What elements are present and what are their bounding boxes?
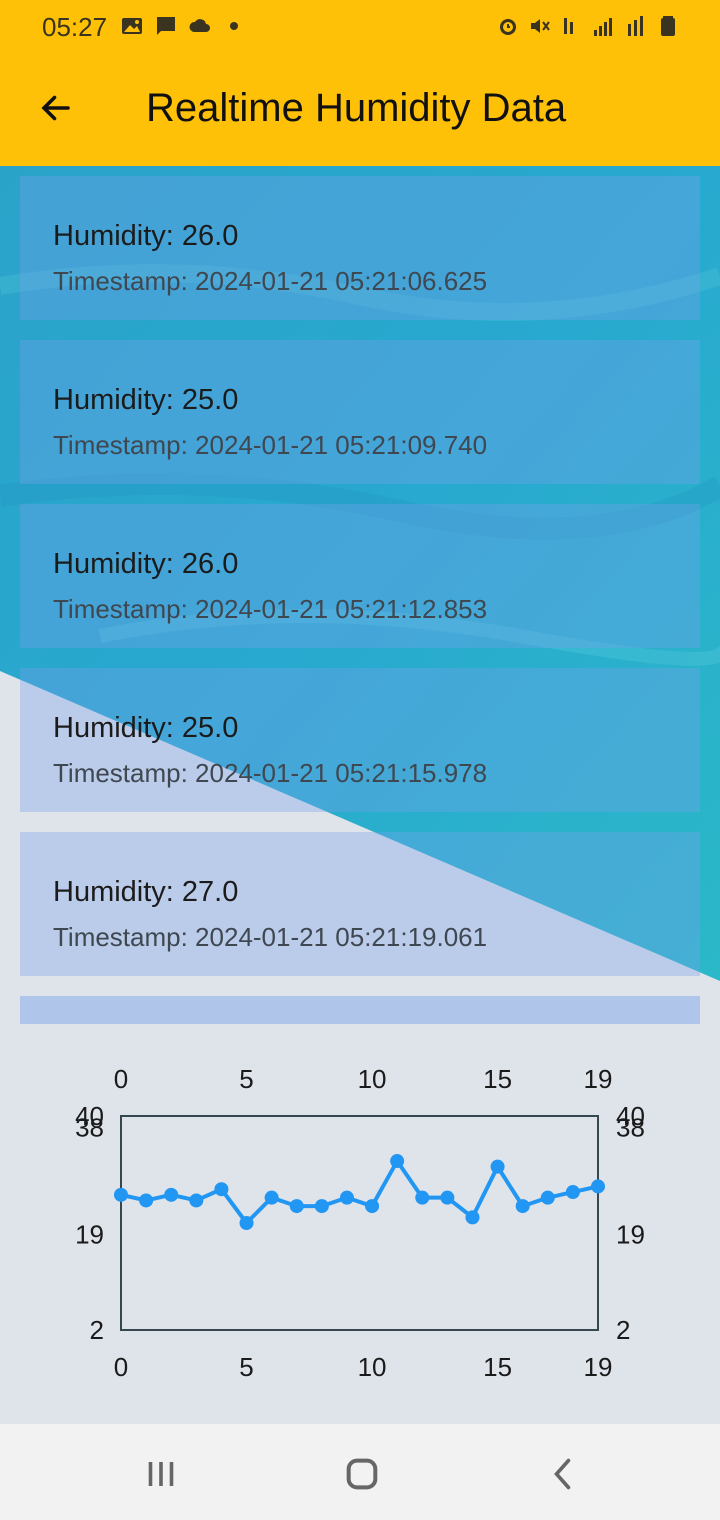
y-tick-label-right: 19	[616, 1219, 645, 1249]
x-tick-label-bottom: 15	[483, 1352, 512, 1382]
x-tick-label-bottom: 5	[239, 1352, 253, 1382]
gallery-icon	[122, 18, 142, 34]
cloud-icon	[189, 19, 210, 32]
humidity-value: Humidity: 25.0	[53, 712, 239, 744]
app-bar: 05:27 Realtime Humidity Data	[0, 0, 720, 166]
data-point	[490, 1159, 505, 1174]
timestamp-value: Timestamp: 2024-01-21 05:21:06.625	[53, 266, 488, 296]
humidity-value: Humidity: 26.0	[53, 220, 239, 252]
data-point	[365, 1199, 380, 1214]
humidity-card: Humidity: 26.0 Timestamp: 2024-01-21 05:…	[20, 504, 700, 648]
timestamp-value: Timestamp: 2024-01-21 05:21:19.061	[53, 922, 488, 952]
home-button[interactable]	[332, 1454, 392, 1494]
data-point	[540, 1190, 555, 1205]
humidity-value: Humidity: 26.0	[53, 548, 239, 580]
data-point	[390, 1154, 405, 1169]
message-icon	[157, 17, 175, 35]
humidity-card: Humidity: 25.0 Timestamp: 2024-01-21 05:…	[20, 340, 700, 484]
timestamp-value: Timestamp: 2024-01-21 05:21:09.740	[53, 430, 488, 460]
data-point	[264, 1190, 279, 1205]
partial-card	[20, 996, 700, 1024]
humidity-card: Humidity: 25.0 Timestamp: 2024-01-21 05:…	[20, 668, 700, 812]
back-nav-icon	[554, 1458, 571, 1490]
back-nav-button[interactable]	[534, 1454, 594, 1494]
data-point	[565, 1185, 580, 1200]
data-point	[314, 1199, 329, 1214]
data-point	[515, 1199, 530, 1214]
data-point	[289, 1199, 304, 1214]
humidity-chart: 0 0 5 5 10 10 15 15 19 19 2 2 19 19 38 38 40 40	[0, 1050, 720, 1410]
network-4g-icon	[564, 18, 573, 34]
signal-icon	[594, 18, 612, 36]
x-tick-label-bottom: 10	[358, 1352, 387, 1382]
battery-icon	[661, 16, 675, 36]
x-tick-label-top: 19	[584, 1064, 613, 1094]
status-notification-icons	[120, 14, 246, 38]
humidity-value: Humidity: 27.0	[53, 876, 239, 908]
data-point	[214, 1182, 229, 1197]
humidity-series-line	[120, 1159, 599, 1225]
data-point	[339, 1190, 354, 1205]
x-tick-label-top: 10	[358, 1064, 387, 1094]
page-title: Realtime Humidity Data	[146, 86, 567, 130]
mute-icon	[531, 19, 550, 33]
y-tick-label-right: 40	[616, 1101, 645, 1131]
y-tick-label-right: 2	[616, 1315, 630, 1345]
humidity-card: Humidity: 27.0 Timestamp: 2024-01-21 05:…	[20, 832, 700, 976]
y-tick-label-left: 40	[75, 1101, 104, 1131]
recent-apps-button[interactable]	[131, 1454, 191, 1494]
alarm-icon	[500, 19, 516, 35]
data-point	[239, 1216, 254, 1230]
x-tick-label-top: 0	[114, 1064, 128, 1094]
system-nav-bar	[0, 1424, 720, 1520]
status-time: 05:27	[42, 12, 108, 42]
timestamp-value: Timestamp: 2024-01-21 05:21:12.853	[53, 594, 488, 624]
timestamp-value: Timestamp: 2024-01-21 05:21:15.978	[53, 758, 488, 788]
data-point	[189, 1193, 204, 1208]
data-point	[114, 1187, 128, 1202]
x-tick-label-bottom: 19	[584, 1352, 613, 1382]
y-tick-label-left: 2	[90, 1315, 104, 1345]
x-tick-label-top: 5	[239, 1064, 253, 1094]
data-point	[465, 1210, 480, 1225]
data-point	[164, 1187, 179, 1202]
signal-roaming-icon	[628, 16, 643, 36]
humidity-line-chart: 00551010151519192 219 1938 3840 40	[75, 1064, 645, 1382]
y-tick-label-left: 19	[75, 1219, 104, 1249]
humidity-card: Humidity: 26.0 Timestamp: 2024-01-21 05:…	[20, 176, 700, 320]
data-point	[415, 1190, 430, 1205]
plot-border	[120, 1115, 599, 1331]
data-point	[591, 1179, 605, 1194]
home-icon	[346, 1458, 378, 1490]
humidity-value: Humidity: 25.0	[53, 384, 239, 416]
status-system-icons	[496, 14, 680, 38]
data-point	[440, 1190, 455, 1205]
arrow-back-icon	[41, 95, 70, 121]
x-tick-label-bottom: 0	[114, 1352, 128, 1382]
data-point	[139, 1193, 154, 1208]
dot-icon	[230, 22, 238, 30]
recent-apps-icon	[148, 1462, 174, 1486]
back-button[interactable]	[30, 82, 82, 134]
x-tick-label-top: 15	[483, 1064, 512, 1094]
